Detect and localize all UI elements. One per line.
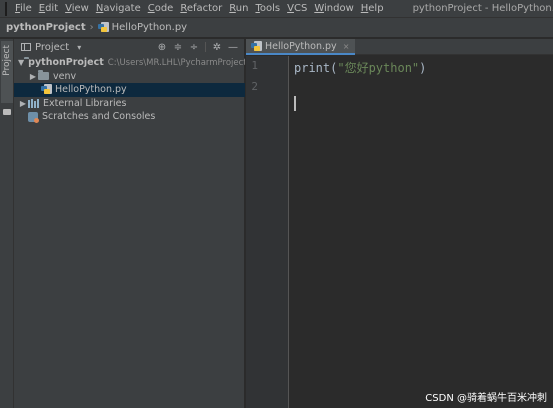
code-function-name: print xyxy=(294,61,331,75)
chevron-right-icon[interactable]: ▶ xyxy=(18,99,28,108)
code-close-paren: ) xyxy=(419,61,427,75)
folder-icon xyxy=(3,109,11,115)
line-number: 2 xyxy=(251,80,258,93)
menu-tools[interactable]: Tools xyxy=(255,3,285,14)
project-tree: ▼ pythonProject C:\Users\MR.LHL\PycharmP… xyxy=(14,56,245,124)
collapse-all-icon[interactable]: ÷ xyxy=(186,42,202,53)
tree-item-label: External Libraries xyxy=(43,97,127,109)
project-panel: Project ▾ ⊕ ≑ ÷ ✲ — ▼ pythonProject C:\U… xyxy=(14,39,245,408)
close-icon[interactable]: × xyxy=(343,42,350,51)
python-file-icon xyxy=(97,22,109,33)
scratches-icon xyxy=(28,111,39,123)
watermark: CSDN @骑着蜗牛百米冲刺 xyxy=(425,393,547,404)
python-file-icon xyxy=(251,40,262,52)
chevron-right-icon[interactable]: ▶ xyxy=(28,72,38,81)
tree-item-project-root[interactable]: ▼ pythonProject C:\Users\MR.LHL\PycharmP… xyxy=(14,56,245,70)
menu-code[interactable]: Code xyxy=(148,3,179,14)
project-tool-tab[interactable]: Project xyxy=(1,41,13,103)
tree-item-venv[interactable]: ▶ venv xyxy=(14,70,245,84)
project-view-icon xyxy=(21,43,31,51)
gear-icon[interactable]: ✲ xyxy=(209,42,225,53)
menu-view[interactable]: View xyxy=(65,3,94,14)
python-file-icon xyxy=(41,84,52,95)
editor-tab-bar: HelloPython.py × xyxy=(246,39,553,55)
menu-run[interactable]: Run xyxy=(229,3,253,14)
line-number: 1 xyxy=(251,59,258,72)
tree-item-hellopython[interactable]: HelloPython.py xyxy=(14,83,245,97)
window-title: pythonProject - HelloPython.py xyxy=(412,3,553,14)
breadcrumb: pythonProject › HelloPython.py xyxy=(0,18,553,38)
breadcrumb-file[interactable]: HelloPython.py xyxy=(112,22,187,33)
library-icon xyxy=(28,98,39,108)
menu-refactor[interactable]: Refactor xyxy=(180,3,227,14)
tree-item-scratches[interactable]: Scratches and Consoles xyxy=(14,110,245,124)
tool-window-stripe: Project xyxy=(0,39,14,408)
line-number-gutter: 1 2 xyxy=(246,56,289,408)
breadcrumb-separator: › xyxy=(89,22,94,33)
chevron-down-icon[interactable]: ▾ xyxy=(77,43,81,52)
tree-item-label: venv xyxy=(53,70,77,82)
locate-file-icon[interactable]: ⊕ xyxy=(154,42,170,53)
toolbar-divider xyxy=(205,42,206,52)
code-string-literal: "您好python" xyxy=(337,61,420,75)
tab-hellopython[interactable]: HelloPython.py × xyxy=(246,39,356,55)
pycharm-logo-icon: PC xyxy=(5,1,7,16)
tree-item-label: Scratches and Consoles xyxy=(42,111,156,123)
tree-item-external-libraries[interactable]: ▶ External Libraries xyxy=(14,97,245,111)
project-panel-toolbar: ⊕ ≑ ÷ ✲ — xyxy=(154,39,241,55)
chevron-down-icon[interactable]: ▼ xyxy=(18,58,24,67)
text-caret xyxy=(294,96,296,111)
tab-label: HelloPython.py xyxy=(265,40,337,52)
code-area[interactable]: print("您好python") xyxy=(290,56,553,408)
menu-help[interactable]: Help xyxy=(361,3,389,14)
tree-item-label: pythonProject xyxy=(28,57,104,69)
editor: HelloPython.py × 1 2 print("您好python") xyxy=(246,39,553,408)
project-panel-header: Project ▾ ⊕ ≑ ÷ ✲ — xyxy=(14,39,245,55)
menu-edit[interactable]: Edit xyxy=(39,3,63,14)
tree-item-label: HelloPython.py xyxy=(55,84,127,96)
menu-vcs[interactable]: VCS xyxy=(287,3,312,14)
project-tool-tab-label: Project xyxy=(2,45,12,76)
project-path: C:\Users\MR.LHL\PycharmProjects\p xyxy=(107,57,245,68)
menu-navigate[interactable]: Navigate xyxy=(96,3,146,14)
menu-bar: PC File Edit View Navigate Code Refactor… xyxy=(0,0,553,18)
hide-panel-icon[interactable]: — xyxy=(225,42,241,53)
code-line-1[interactable]: print("您好python") xyxy=(294,59,426,76)
folder-icon xyxy=(38,70,49,81)
expand-all-icon[interactable]: ≑ xyxy=(170,42,186,53)
breadcrumb-project[interactable]: pythonProject xyxy=(0,22,86,33)
menu-file[interactable]: File xyxy=(15,3,37,14)
project-panel-title: Project xyxy=(35,41,70,53)
menu-window[interactable]: Window xyxy=(314,3,358,14)
